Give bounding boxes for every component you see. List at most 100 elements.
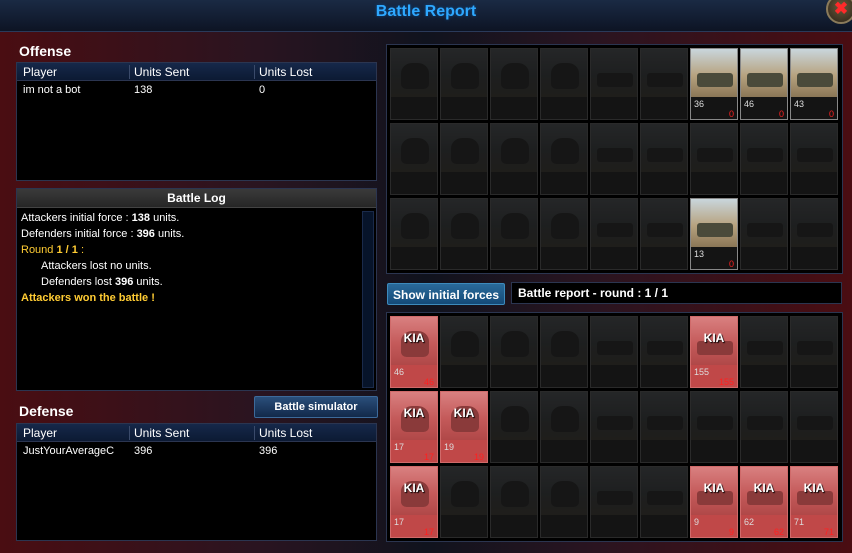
vehicle-icon — [647, 73, 683, 87]
unit-tile[interactable] — [690, 123, 738, 195]
unit-tile[interactable] — [490, 198, 538, 270]
unit-count: 46 — [394, 367, 405, 377]
defense-table-header: Player Units Sent Units Lost — [17, 424, 376, 442]
unit-image — [441, 49, 487, 97]
log-line: Attackers initial force : 138 units. — [21, 212, 180, 224]
unit-count: 46 — [744, 99, 755, 109]
unit-tile[interactable] — [690, 391, 738, 463]
vehicle-icon — [697, 73, 733, 87]
vehicle-icon — [647, 416, 683, 430]
vehicle-icon — [597, 223, 633, 237]
vehicle-icon — [697, 148, 733, 162]
unit-lost: 17 — [423, 452, 434, 462]
unit-image — [491, 124, 537, 172]
unit-tile[interactable] — [490, 466, 538, 538]
unit-tile[interactable] — [640, 316, 688, 388]
unit-image — [591, 49, 637, 97]
unit-tile[interactable]: KIA 155 155 — [690, 316, 738, 388]
unit-tile[interactable] — [440, 466, 488, 538]
soldier-icon — [401, 213, 429, 239]
unit-tile[interactable] — [590, 466, 638, 538]
unit-tile[interactable] — [390, 198, 438, 270]
unit-tile[interactable]: KIA 9 9 — [690, 466, 738, 538]
unit-tile[interactable]: KIA 62 62 — [740, 466, 788, 538]
unit-tile[interactable] — [740, 316, 788, 388]
unit-tile[interactable] — [590, 198, 638, 270]
unit-tile[interactable] — [490, 391, 538, 463]
unit-tile[interactable] — [440, 48, 488, 120]
unit-image — [691, 49, 737, 97]
unit-image — [641, 317, 687, 365]
unit-count: 43 — [794, 99, 805, 109]
unit-tile[interactable]: KIA 71 71 — [790, 466, 838, 538]
show-initial-forces-button[interactable]: Show initial forces — [387, 283, 505, 305]
unit-lost: 0 — [828, 109, 834, 119]
unit-tile[interactable]: KIA 46 46 — [390, 316, 438, 388]
unit-image — [491, 49, 537, 97]
soldier-icon — [451, 213, 479, 239]
unit-image — [441, 467, 487, 515]
battle-simulator-button[interactable]: Battle simulator — [254, 396, 378, 418]
kia-label: KIA — [403, 406, 425, 420]
unit-tile[interactable] — [490, 48, 538, 120]
unit-tile[interactable]: 43 0 — [790, 48, 838, 120]
unit-tile[interactable] — [640, 391, 688, 463]
vehicle-icon — [697, 416, 733, 430]
unit-image — [741, 124, 787, 172]
offense-table: Player Units Sent Units Lost im not a bo… — [16, 62, 377, 181]
unit-tile[interactable] — [640, 198, 688, 270]
kia-label: KIA — [403, 331, 425, 345]
unit-image — [691, 392, 737, 440]
unit-tile[interactable] — [790, 123, 838, 195]
unit-tile[interactable] — [540, 391, 588, 463]
unit-tile[interactable] — [740, 198, 788, 270]
unit-tile[interactable] — [440, 198, 488, 270]
unit-image — [741, 199, 787, 247]
unit-tile[interactable] — [790, 198, 838, 270]
unit-tile[interactable] — [590, 48, 638, 120]
kia-label: KIA — [703, 481, 725, 495]
unit-tile[interactable] — [490, 316, 538, 388]
log-line: Defenders lost 396 units. — [41, 276, 163, 288]
vehicle-icon — [647, 148, 683, 162]
unit-tile[interactable] — [390, 123, 438, 195]
unit-tile[interactable] — [590, 391, 638, 463]
unit-tile[interactable] — [490, 123, 538, 195]
unit-tile[interactable] — [540, 48, 588, 120]
vehicle-icon — [797, 341, 833, 355]
unit-tile[interactable]: KIA 17 17 — [390, 466, 438, 538]
unit-tile[interactable] — [590, 123, 638, 195]
unit-image — [591, 124, 637, 172]
unit-image — [641, 467, 687, 515]
unit-tile[interactable]: KIA 17 17 — [390, 391, 438, 463]
unit-tile[interactable]: KIA 19 19 — [440, 391, 488, 463]
unit-tile[interactable] — [640, 123, 688, 195]
unit-tile[interactable] — [790, 316, 838, 388]
unit-tile[interactable] — [540, 123, 588, 195]
unit-image — [641, 124, 687, 172]
unit-tile[interactable] — [440, 316, 488, 388]
unit-tile[interactable] — [790, 391, 838, 463]
soldier-icon — [451, 331, 479, 357]
unit-tile[interactable] — [440, 123, 488, 195]
units-lost: 0 — [259, 84, 266, 96]
unit-tile[interactable] — [740, 123, 788, 195]
unit-tile[interactable]: 36 0 — [690, 48, 738, 120]
unit-tile[interactable]: 13 0 — [690, 198, 738, 270]
unit-tile[interactable] — [540, 198, 588, 270]
unit-tile[interactable] — [640, 466, 688, 538]
unit-tile[interactable] — [540, 466, 588, 538]
unit-tile[interactable] — [740, 391, 788, 463]
col-player: Player — [23, 426, 58, 440]
unit-image — [741, 49, 787, 97]
unit-tile[interactable] — [540, 316, 588, 388]
unit-tile[interactable]: 46 0 — [740, 48, 788, 120]
unit-count: 71 — [794, 517, 805, 527]
unit-tile[interactable] — [590, 316, 638, 388]
unit-tile[interactable] — [390, 48, 438, 120]
log-scrollbar[interactable] — [362, 211, 374, 388]
vehicle-icon — [597, 491, 633, 505]
round-indicator: Battle report - round : 1 / 1 — [511, 282, 842, 304]
unit-tile[interactable] — [640, 48, 688, 120]
kia-label: KIA — [753, 481, 775, 495]
